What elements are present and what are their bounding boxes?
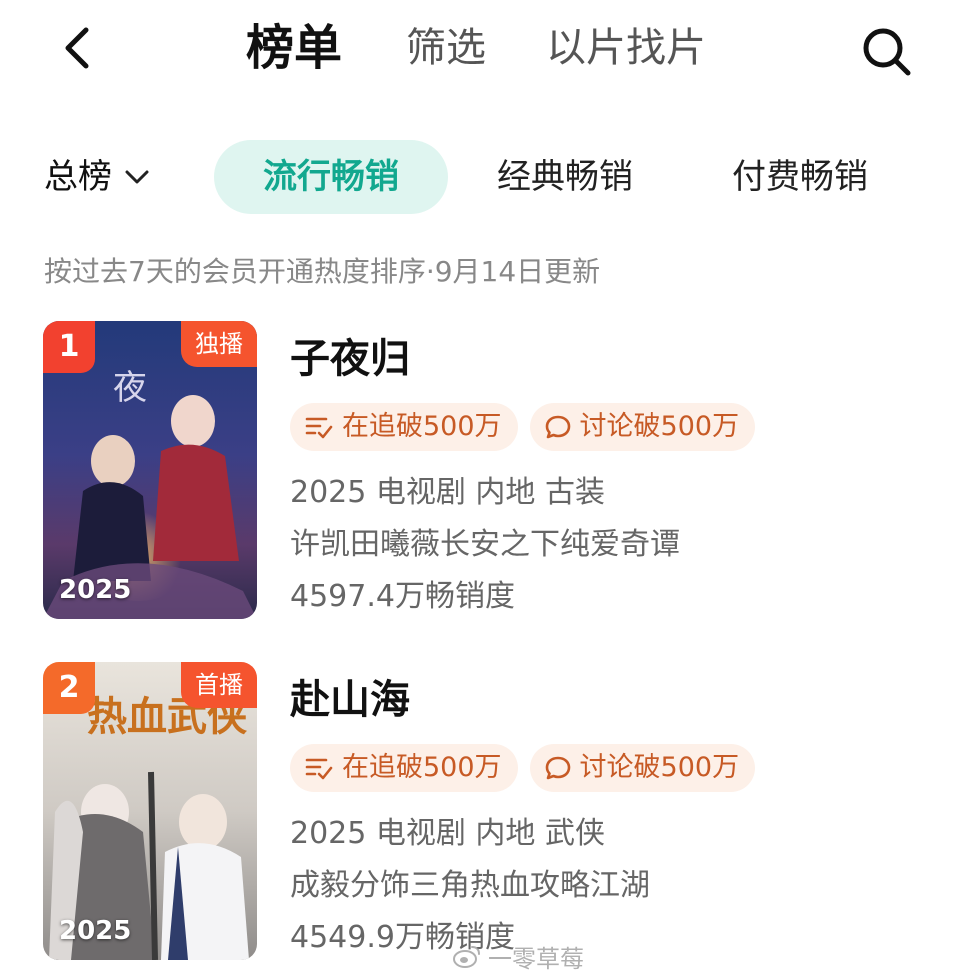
list-item[interactable]: 夜 1 独播 2025 子夜归 在追破500万 讨论破500万 2025 电视剧… [0, 321, 960, 621]
discussion-chip: 讨论破500万 [529, 744, 756, 792]
search-button[interactable] [856, 22, 916, 78]
item-meta: 2025 电视剧 内地 古装 [290, 475, 605, 510]
watermark-text: 一零草莓 [488, 944, 584, 973]
weibo-icon [453, 946, 480, 968]
following-chip: 在追破500万 [290, 744, 518, 792]
poster-year: 2025 [59, 916, 132, 946]
item-description: 成毅分饰三角热血攻略江湖 [290, 868, 650, 903]
discussion-chip-label: 讨论破500万 [579, 752, 740, 783]
item-description: 许凯田曦薇长安之下纯爱奇谭 [290, 527, 680, 562]
item-sales: 4597.4万畅销度 [290, 579, 515, 614]
follow-list-icon [305, 758, 333, 780]
pill-paid-bestseller[interactable]: 付费畅销 [708, 140, 892, 214]
poster-year: 2025 [59, 575, 132, 605]
back-button[interactable] [56, 24, 100, 72]
stat-chips: 在追破500万 讨论破500万 [290, 403, 756, 451]
chat-bubble-icon [545, 415, 570, 439]
pill-classic-bestseller[interactable]: 经典畅销 [470, 140, 660, 214]
item-meta: 2025 电视剧 内地 武侠 [290, 816, 605, 851]
chat-bubble-icon [545, 756, 570, 780]
following-chip-label: 在追破500万 [342, 752, 502, 783]
svg-text:夜: 夜 [113, 368, 147, 408]
following-chip: 在追破500万 [290, 403, 518, 451]
discussion-chip-label: 讨论破500万 [579, 411, 740, 442]
top-bar: 榜单 筛选 以片找片 [0, 0, 960, 100]
ranking-description: 按过去7天的会员开通热度排序·9月14日更新 [44, 255, 601, 288]
tab-find-by-film[interactable]: 以片找片 [546, 18, 706, 78]
rank-badge: 1 [43, 321, 95, 373]
chevron-left-icon [65, 27, 89, 69]
exclusive-badge: 独播 [181, 321, 257, 367]
item-title[interactable]: 赴山海 [290, 672, 410, 728]
chevron-down-icon [125, 170, 149, 184]
poster[interactable]: 热血武侠 2 首播 2025 [43, 662, 257, 960]
following-chip-label: 在追破500万 [342, 411, 502, 442]
stat-chips: 在追破500万 讨论破500万 [290, 744, 756, 792]
watermark: 一零草莓 [452, 940, 584, 973]
category-bar: 总榜 流行畅销 经典畅销 付费畅销 [0, 138, 960, 218]
list-item[interactable]: 热血武侠 2 首播 2025 赴山海 在追破500万 讨论破500万 2025 … [0, 662, 960, 962]
tab-filter[interactable]: 筛选 [406, 18, 486, 78]
discussion-chip: 讨论破500万 [529, 403, 756, 451]
pill-popular-bestseller[interactable]: 流行畅销 [214, 140, 448, 214]
total-ranking-dropdown[interactable]: 总榜 [44, 154, 150, 200]
follow-list-icon [305, 417, 333, 439]
premiere-badge: 首播 [181, 662, 257, 708]
item-title[interactable]: 子夜归 [290, 331, 410, 387]
search-icon [863, 28, 911, 76]
poster[interactable]: 夜 1 独播 2025 [43, 321, 257, 619]
dropdown-label: 总榜 [44, 157, 112, 197]
rank-badge: 2 [43, 662, 95, 714]
tab-ranking[interactable]: 榜单 [246, 18, 342, 78]
